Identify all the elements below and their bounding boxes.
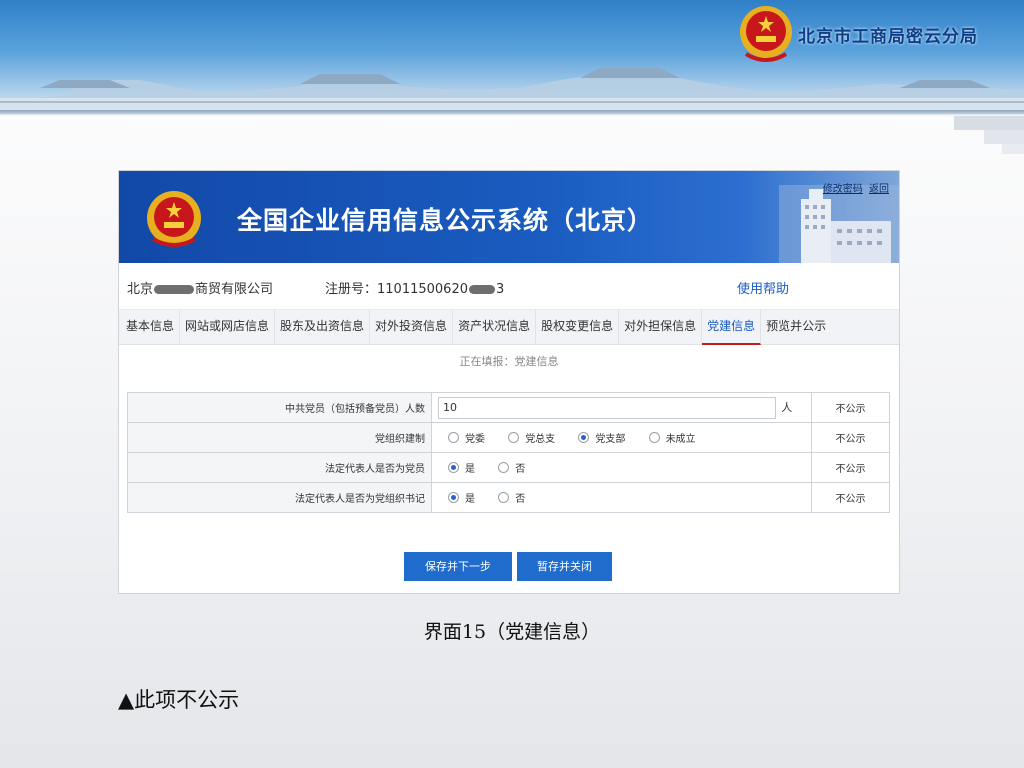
registration-label: 注册号：: [325, 282, 378, 297]
party-organization-field: 党委 党总支 党支部 未成立: [431, 422, 812, 453]
forbidden-city-skyline-image: [0, 68, 1024, 114]
tab-asset-info[interactable]: 资产状况信息: [453, 309, 537, 345]
tab-website-info[interactable]: 网站或网店信息: [180, 309, 276, 345]
tab-guarantee-info[interactable]: 对外担保信息: [619, 309, 703, 345]
redaction-mask: [469, 285, 495, 294]
slide-caption: 界面15（党建信息）: [423, 621, 601, 643]
tab-shareholder-info[interactable]: 股东及出资信息: [275, 309, 371, 345]
tab-bar: 基本信息 网站或网店信息 股东及出资信息 对外投资信息 资产状况信息 股权变更信…: [119, 309, 899, 345]
banner-shadow: [0, 110, 1024, 116]
company-name-suffix: 商贸有限公司: [195, 282, 274, 297]
tab-investment-info[interactable]: 对外投资信息: [370, 309, 454, 345]
radio-icon[interactable]: [578, 432, 590, 443]
radio-icon[interactable]: [498, 462, 510, 473]
radio-icon[interactable]: [448, 432, 459, 443]
tab-preview-publish[interactable]: 预览并公示: [761, 309, 831, 345]
company-info-row: 北京 商贸有限公司 注册号：11011500620 3 使用帮助: [119, 263, 899, 309]
publicity-status: 不公示: [811, 482, 890, 513]
radio-icon[interactable]: [648, 432, 660, 443]
radio-icon[interactable]: [498, 492, 510, 503]
company-name: 北京 商贸有限公司: [127, 278, 273, 297]
system-title: 全国企业信用信息公示系统（北京）: [237, 206, 654, 235]
slide-note: ▲此项不公示: [118, 688, 240, 712]
save-close-button[interactable]: 暂存并关闭: [517, 552, 612, 581]
option-party-committee: 党委: [465, 434, 485, 445]
party-members-field: 人: [431, 392, 812, 423]
party-building-form: 中共党员（包括预备党员）人数 人 不公示 党组织建制 党委 党总支 党支部 未成…: [127, 392, 890, 513]
organization-name: 北京市工商局密云分局: [798, 27, 978, 47]
national-emblem-icon: [740, 6, 792, 62]
legal-rep-member-field: 是 否: [431, 452, 812, 483]
option-no: 否: [515, 494, 526, 505]
tab-equity-change-info[interactable]: 股权变更信息: [536, 309, 620, 345]
radio-icon[interactable]: [448, 462, 459, 473]
corner-decoration: [954, 116, 1024, 154]
publicity-status: 不公示: [811, 392, 890, 423]
table-row: 党组织建制 党委 党总支 党支部 未成立 不公示: [127, 422, 890, 453]
unit-label: 人: [781, 401, 793, 414]
option-yes: 是: [465, 494, 475, 505]
radio-icon[interactable]: [508, 432, 520, 443]
redaction-mask: [154, 285, 195, 294]
option-general-branch: 党总支: [525, 434, 556, 445]
registration-prefix: 11011500620: [377, 282, 468, 297]
filling-status: 正在填报：党建信息: [459, 355, 559, 368]
table-row: 中共党员（包括预备党员）人数 人 不公示: [127, 392, 890, 423]
option-yes: 是: [465, 464, 475, 475]
registration-number: 注册号：11011500620 3: [325, 278, 504, 297]
party-organization-label: 党组织建制: [127, 422, 432, 453]
party-members-input[interactable]: [438, 396, 776, 419]
national-emblem-icon: [147, 191, 201, 247]
party-members-label: 中共党员（包括预备党员）人数: [127, 392, 432, 423]
option-party-branch: 党支部: [595, 434, 626, 445]
back-link[interactable]: 返回: [869, 184, 889, 195]
legal-rep-secretary-label: 法定代表人是否为党组织书记: [127, 482, 432, 513]
publicity-status: 不公示: [811, 452, 890, 483]
help-link[interactable]: 使用帮助: [737, 278, 789, 297]
system-screenshot: 全国企业信用信息公示系统（北京） 修改密码 返回 北京 商贸有限公司 注册号：11…: [118, 170, 900, 594]
company-name-prefix: 北京: [127, 282, 154, 297]
publicity-status: 不公示: [811, 422, 890, 453]
legal-rep-secretary-field: 是 否: [431, 482, 812, 513]
option-not-established: 未成立: [665, 434, 696, 445]
registration-suffix: 3: [496, 282, 505, 297]
slide-banner: 北京市工商局密云分局: [0, 0, 1024, 114]
table-row: 法定代表人是否为党组织书记 是 否 不公示: [127, 482, 890, 513]
radio-icon[interactable]: [448, 492, 459, 503]
tab-basic-info[interactable]: 基本信息: [121, 309, 181, 345]
building-icon: [779, 185, 899, 263]
system-header: 全国企业信用信息公示系统（北京） 修改密码 返回: [119, 171, 899, 263]
top-links: 修改密码 返回: [820, 180, 889, 195]
tab-party-building-info[interactable]: 党建信息: [702, 309, 762, 345]
table-row: 法定代表人是否为党员 是 否 不公示: [127, 452, 890, 483]
option-no: 否: [515, 464, 526, 475]
legal-rep-member-label: 法定代表人是否为党员: [127, 452, 432, 483]
change-password-link[interactable]: 修改密码: [823, 184, 863, 195]
save-next-button[interactable]: 保存并下一步: [404, 552, 512, 581]
